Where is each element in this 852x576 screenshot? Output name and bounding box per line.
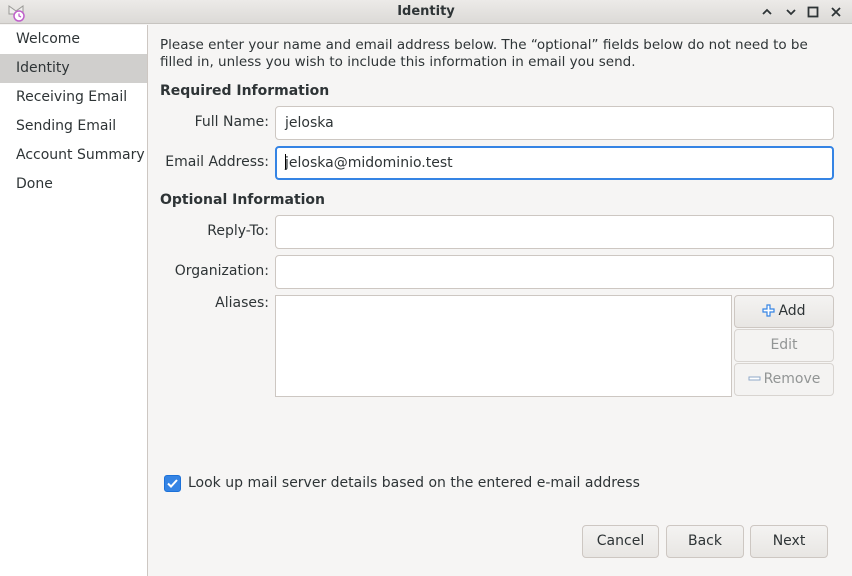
lookup-label: Look up mail server details based on the… [188,475,640,491]
remove-button-label: Remove [763,371,821,387]
chevron-down-icon[interactable] [782,3,800,21]
identity-page: Please enter your name and email address… [148,25,852,576]
maximize-icon[interactable] [804,3,822,21]
add-button-label: Add [778,303,806,319]
back-button[interactable]: Back [666,525,744,558]
window-title: Identity [397,4,455,19]
sidebar-item-identity[interactable]: Identity [0,54,147,83]
minus-icon [748,366,761,397]
aliases-label: Aliases: [215,295,269,311]
checkmark-icon [167,479,178,488]
reply-to-field[interactable] [275,215,834,249]
optional-section-title: Optional Information [160,192,326,208]
add-alias-button[interactable]: Add [734,295,834,328]
sidebar: Welcome Identity Receiving Email Sending… [0,25,148,576]
close-icon[interactable] [827,3,845,21]
sidebar-item-receiving-email[interactable]: Receiving Email [0,83,147,112]
remove-alias-button[interactable]: Remove [734,363,834,396]
email-address-value: jeloska@midominio.test [285,155,453,171]
sidebar-item-account-summary[interactable]: Account Summary [0,141,147,170]
email-address-label: Email Address: [165,154,269,170]
sidebar-item-done[interactable]: Done [0,170,147,199]
next-button[interactable]: Next [750,525,828,558]
cancel-button[interactable]: Cancel [582,525,659,558]
edit-alias-button[interactable]: Edit [734,329,834,362]
organization-label: Organization: [174,263,269,279]
required-section-title: Required Information [160,83,330,99]
intro-text: Please enter your name and email address… [160,37,808,70]
email-address-field[interactable]: jeloska@midominio.test [275,146,834,180]
plus-icon [762,298,776,329]
full-name-field[interactable]: jeloska [275,106,834,140]
title-bar: Identity [0,0,852,24]
full-name-label: Full Name: [194,114,269,130]
sidebar-item-sending-email[interactable]: Sending Email [0,112,147,141]
sidebar-item-welcome[interactable]: Welcome [0,25,147,54]
reply-to-label: Reply-To: [207,223,269,239]
organization-field[interactable] [275,255,834,289]
chevron-up-icon[interactable] [758,3,776,21]
aliases-list[interactable] [275,295,732,397]
lookup-checkbox[interactable] [164,475,181,492]
